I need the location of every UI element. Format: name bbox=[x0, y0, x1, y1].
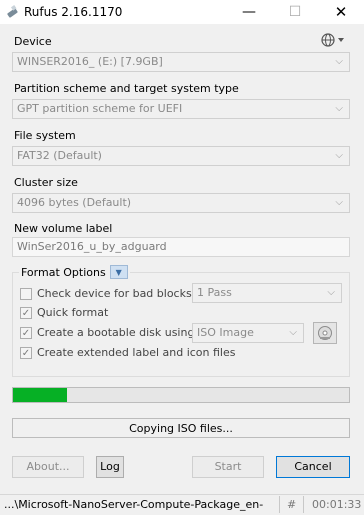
chevron-down-icon: ⌵ bbox=[335, 56, 343, 67]
volume-label-caption: New volume label bbox=[14, 222, 113, 235]
device-label: Device bbox=[14, 35, 52, 48]
format-options-header: Format Options ▼ bbox=[19, 265, 130, 279]
partition-label: Partition scheme and target system type bbox=[14, 82, 239, 95]
filesystem-dropdown[interactable]: FAT32 (Default) ⌵ bbox=[12, 146, 350, 166]
current-file: ...\Microsoft-NanoServer-Compute-Package… bbox=[4, 498, 264, 511]
disc-icon bbox=[318, 326, 332, 340]
elapsed-time: 00:01:33 bbox=[312, 498, 362, 511]
checkmark-icon: ✓ bbox=[21, 307, 31, 319]
bad-blocks-checkbox[interactable] bbox=[20, 288, 32, 300]
cancel-button[interactable]: Cancel bbox=[276, 456, 350, 478]
chevron-down-icon: ⌵ bbox=[327, 287, 335, 298]
chevron-down-icon: ⌵ bbox=[335, 150, 343, 161]
cluster-value: 4096 bytes (Default) bbox=[17, 196, 132, 209]
checkmark-icon: ✓ bbox=[21, 347, 31, 359]
usb-drive-icon bbox=[6, 5, 20, 19]
passes-value: 1 Pass bbox=[197, 286, 232, 299]
extended-label-label: Create extended label and icon files bbox=[37, 346, 236, 359]
checkmark-icon: ✓ bbox=[21, 327, 31, 339]
cluster-label: Cluster size bbox=[14, 176, 78, 189]
start-button[interactable]: Start bbox=[192, 456, 264, 478]
about-button[interactable]: About... bbox=[12, 456, 84, 478]
chevron-down-icon: ▼ bbox=[115, 267, 122, 277]
cluster-dropdown[interactable]: 4096 bytes (Default) ⌵ bbox=[12, 193, 350, 213]
hash-button[interactable]: # bbox=[287, 498, 296, 511]
format-options-title: Format Options bbox=[21, 265, 106, 279]
device-value: WINSER2016_ (E:) [7.9GB] bbox=[17, 55, 163, 68]
bad-blocks-label: Check device for bad blocks bbox=[37, 287, 192, 300]
quick-format-checkbox[interactable]: ✓ bbox=[20, 307, 32, 319]
progress-fill bbox=[13, 388, 67, 402]
status-text: Copying ISO files... bbox=[12, 418, 350, 438]
log-button[interactable]: Log bbox=[96, 456, 124, 478]
globe-icon bbox=[321, 33, 344, 47]
window-title: Rufus 2.16.1170 bbox=[24, 5, 123, 19]
volume-label-input[interactable]: WinSer2016_u_by_adguard bbox=[12, 237, 350, 257]
device-dropdown[interactable]: WINSER2016_ (E:) [7.9GB] ⌵ bbox=[12, 52, 350, 72]
maximize-button[interactable]: ☐ bbox=[272, 0, 318, 24]
filesystem-label: File system bbox=[14, 129, 76, 142]
filesystem-value: FAT32 (Default) bbox=[17, 149, 102, 162]
bootable-checkbox[interactable]: ✓ bbox=[20, 327, 32, 339]
bootable-label: Create a bootable disk using bbox=[37, 326, 195, 339]
footer-separator bbox=[303, 496, 304, 513]
progress-bar bbox=[12, 387, 350, 403]
chevron-down-icon: ⌵ bbox=[335, 103, 343, 114]
advanced-toggle-button[interactable]: ▼ bbox=[109, 265, 128, 279]
partition-dropdown[interactable]: GPT partition scheme for UEFI ⌵ bbox=[12, 99, 350, 119]
quick-format-label: Quick format bbox=[37, 306, 109, 319]
language-button[interactable] bbox=[318, 31, 348, 49]
chevron-down-icon: ⌵ bbox=[335, 197, 343, 208]
boot-type-value: ISO Image bbox=[197, 326, 254, 339]
close-button[interactable]: ✕ bbox=[318, 0, 364, 24]
footer-separator bbox=[279, 496, 280, 513]
minimize-button[interactable]: — bbox=[226, 0, 272, 24]
extended-label-checkbox[interactable]: ✓ bbox=[20, 347, 32, 359]
chevron-down-icon: ⌵ bbox=[289, 327, 297, 338]
partition-value: GPT partition scheme for UEFI bbox=[17, 102, 183, 115]
select-image-button[interactable] bbox=[313, 322, 337, 344]
passes-dropdown[interactable]: 1 Pass ⌵ bbox=[192, 283, 342, 303]
boot-type-dropdown[interactable]: ISO Image ⌵ bbox=[192, 323, 304, 343]
